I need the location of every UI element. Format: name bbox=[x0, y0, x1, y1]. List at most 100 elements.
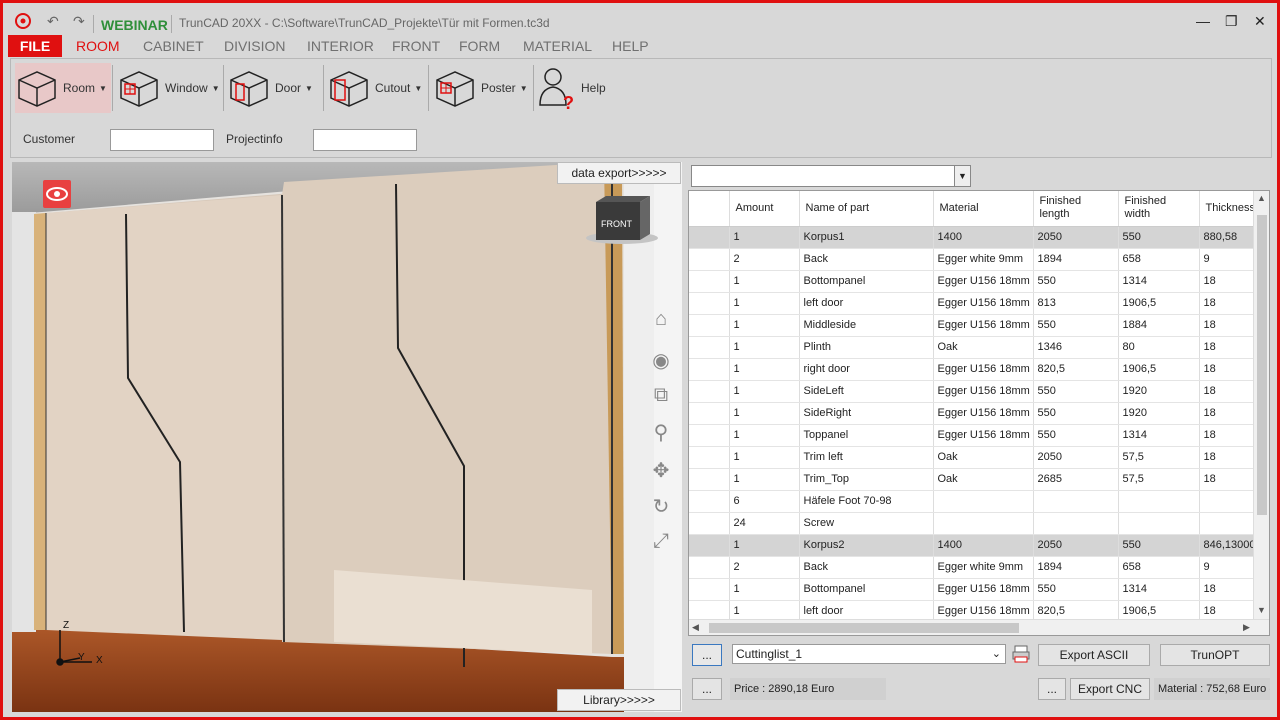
horizontal-scrollbar[interactable]: ◀ ▶ bbox=[689, 619, 1269, 635]
table-cell[interactable]: 1 bbox=[729, 358, 800, 381]
table-row[interactable]: 1 Toppanel Egger U156 18mm 550 1314 18 bbox=[689, 424, 1256, 447]
table-cell[interactable]: Egger U156 18mm bbox=[933, 292, 1034, 315]
table-cell[interactable]: 2050 bbox=[1033, 446, 1119, 469]
table-cell[interactable]: 658 bbox=[1118, 248, 1200, 271]
table-cell[interactable]: Korpus2 bbox=[799, 534, 934, 557]
table-cell[interactable]: Oak bbox=[933, 336, 1034, 359]
table-cell[interactable]: 550 bbox=[1118, 226, 1200, 249]
table-cell[interactable]: 550 bbox=[1033, 314, 1119, 337]
table-row[interactable]: 1 Trim_Top Oak 2685 57,5 18 bbox=[689, 468, 1256, 491]
table-cell[interactable]: 18 bbox=[1199, 402, 1256, 425]
room-button[interactable]: Room ▼ bbox=[15, 63, 111, 113]
table-cell[interactable]: 1 bbox=[729, 446, 800, 469]
column-header[interactable]: Finished width bbox=[1118, 191, 1200, 227]
menu-room[interactable]: ROOM bbox=[76, 38, 120, 54]
table-cell[interactable]: 1894 bbox=[1033, 248, 1119, 271]
table-cell[interactable]: 550 bbox=[1033, 380, 1119, 403]
table-cell[interactable]: 18 bbox=[1199, 358, 1256, 381]
menu-help[interactable]: HELP bbox=[612, 38, 649, 54]
filter-combo[interactable]: ▼ bbox=[691, 165, 971, 187]
table-cell[interactable]: 2050 bbox=[1033, 226, 1119, 249]
table-cell[interactable]: Häfele Foot 70-98 bbox=[799, 490, 934, 513]
table-cell[interactable]: Egger U156 18mm bbox=[933, 270, 1034, 293]
projectinfo-input[interactable] bbox=[313, 129, 417, 151]
table-row[interactable]: 1 Bottompanel Egger U156 18mm 550 1314 18 bbox=[689, 270, 1256, 293]
undo-icon[interactable]: ↶ bbox=[47, 13, 59, 30]
menu-file[interactable]: FILE bbox=[8, 35, 62, 57]
cuttinglist-select[interactable]: Cuttinglist_1 ⌄ bbox=[732, 644, 1006, 664]
row-header-cell[interactable] bbox=[689, 358, 730, 381]
window-button[interactable]: Window ▼ bbox=[117, 63, 221, 113]
column-header[interactable]: Amount bbox=[729, 191, 800, 227]
table-cell[interactable]: 1346 bbox=[1033, 336, 1119, 359]
table-row[interactable]: 1 SideLeft Egger U156 18mm 550 1920 18 bbox=[689, 380, 1256, 403]
table-cell[interactable]: 1 bbox=[729, 314, 800, 337]
pan-icon[interactable]: ✥ bbox=[648, 458, 674, 483]
table-cell[interactable] bbox=[933, 512, 1034, 535]
table-cell[interactable]: 1 bbox=[729, 380, 800, 403]
trunopt-button[interactable]: TrunOPT bbox=[1160, 644, 1270, 666]
library-button[interactable]: Library>>>>> bbox=[557, 689, 681, 711]
table-cell[interactable]: Oak bbox=[933, 468, 1034, 491]
column-header[interactable]: Finished length bbox=[1033, 191, 1119, 227]
menu-form[interactable]: FORM bbox=[459, 38, 500, 54]
table-cell[interactable]: Egger U156 18mm bbox=[933, 314, 1034, 337]
row-header-cell[interactable] bbox=[689, 556, 730, 579]
table-cell[interactable]: Egger U156 18mm bbox=[933, 358, 1034, 381]
table-cell[interactable]: Egger U156 18mm bbox=[933, 402, 1034, 425]
table-cell[interactable]: Egger white 9mm bbox=[933, 556, 1034, 579]
row-header-cell[interactable] bbox=[689, 226, 730, 249]
table-cell[interactable]: SideRight bbox=[799, 402, 934, 425]
table-cell[interactable]: Plinth bbox=[799, 336, 934, 359]
zoom-window-icon[interactable]: ⧉ bbox=[648, 384, 674, 407]
3d-viewport[interactable]: FRONT Z Y X data export>>>>> Library>>>>… bbox=[12, 162, 682, 712]
customer-input[interactable] bbox=[110, 129, 214, 151]
table-cell[interactable]: 18 bbox=[1199, 446, 1256, 469]
table-cell[interactable]: 550 bbox=[1033, 578, 1119, 601]
cnc-options-button[interactable]: ... bbox=[1038, 678, 1066, 700]
cuttinglist-grid[interactable]: Amount Name of part Material Finished le… bbox=[688, 190, 1270, 636]
menu-front[interactable]: FRONT bbox=[392, 38, 440, 54]
table-cell[interactable]: 9 bbox=[1199, 556, 1256, 579]
row-header-cell[interactable] bbox=[689, 402, 730, 425]
table-row[interactable]: 1 right door Egger U156 18mm 820,5 1906,5 18 bbox=[689, 358, 1256, 381]
table-cell[interactable]: 880,58 bbox=[1199, 226, 1256, 249]
table-cell[interactable]: Screw bbox=[799, 512, 934, 535]
table-row[interactable]: 2 Back Egger white 9mm 1894 658 9 bbox=[689, 556, 1256, 579]
export-ascii-button[interactable]: Export ASCII bbox=[1038, 644, 1150, 666]
table-row[interactable]: 6 Häfele Foot 70-98 bbox=[689, 490, 1256, 513]
table-cell[interactable]: 820,5 bbox=[1033, 358, 1119, 381]
table-cell[interactable]: 1906,5 bbox=[1118, 358, 1200, 381]
table-cell[interactable]: 1 bbox=[729, 292, 800, 315]
table-cell[interactable]: 1314 bbox=[1118, 270, 1200, 293]
table-row[interactable]: 1 Trim left Oak 2050 57,5 18 bbox=[689, 446, 1256, 469]
table-cell[interactable]: Trim left bbox=[799, 446, 934, 469]
scroll-up-icon[interactable]: ▲ bbox=[1257, 193, 1266, 203]
cutout-button[interactable]: Cutout ▼ bbox=[327, 63, 427, 113]
table-cell[interactable]: 1400 bbox=[933, 226, 1034, 249]
table-row[interactable]: 1 Plinth Oak 1346 80 18 bbox=[689, 336, 1256, 359]
redo-icon[interactable]: ↷ bbox=[73, 13, 85, 30]
row-header-cell[interactable] bbox=[689, 270, 730, 293]
table-cell[interactable]: 1314 bbox=[1118, 424, 1200, 447]
table-row[interactable]: 1 Middleside Egger U156 18mm 550 1884 18 bbox=[689, 314, 1256, 337]
scroll-right-icon[interactable]: ▶ bbox=[1243, 622, 1250, 633]
table-cell[interactable]: Korpus1 bbox=[799, 226, 934, 249]
table-cell[interactable]: 18 bbox=[1199, 468, 1256, 491]
row-header-cell[interactable] bbox=[689, 490, 730, 513]
column-header[interactable]: Material bbox=[933, 191, 1034, 227]
table-cell[interactable]: Toppanel bbox=[799, 424, 934, 447]
app-logo-icon[interactable] bbox=[14, 12, 32, 30]
menu-division[interactable]: DIVISION bbox=[224, 38, 285, 54]
table-cell[interactable]: 1 bbox=[729, 424, 800, 447]
table-cell[interactable]: 57,5 bbox=[1118, 468, 1200, 491]
table-cell[interactable]: 1 bbox=[729, 468, 800, 491]
poster-button[interactable]: Poster ▼ bbox=[433, 63, 533, 113]
table-cell[interactable]: 18 bbox=[1199, 270, 1256, 293]
row-header-cell[interactable] bbox=[689, 292, 730, 315]
table-cell[interactable]: 80 bbox=[1118, 336, 1200, 359]
row-header-cell[interactable] bbox=[689, 446, 730, 469]
table-cell[interactable]: 18 bbox=[1199, 578, 1256, 601]
scroll-left-icon[interactable]: ◀ bbox=[692, 622, 699, 633]
row-header-cell[interactable] bbox=[689, 534, 730, 557]
